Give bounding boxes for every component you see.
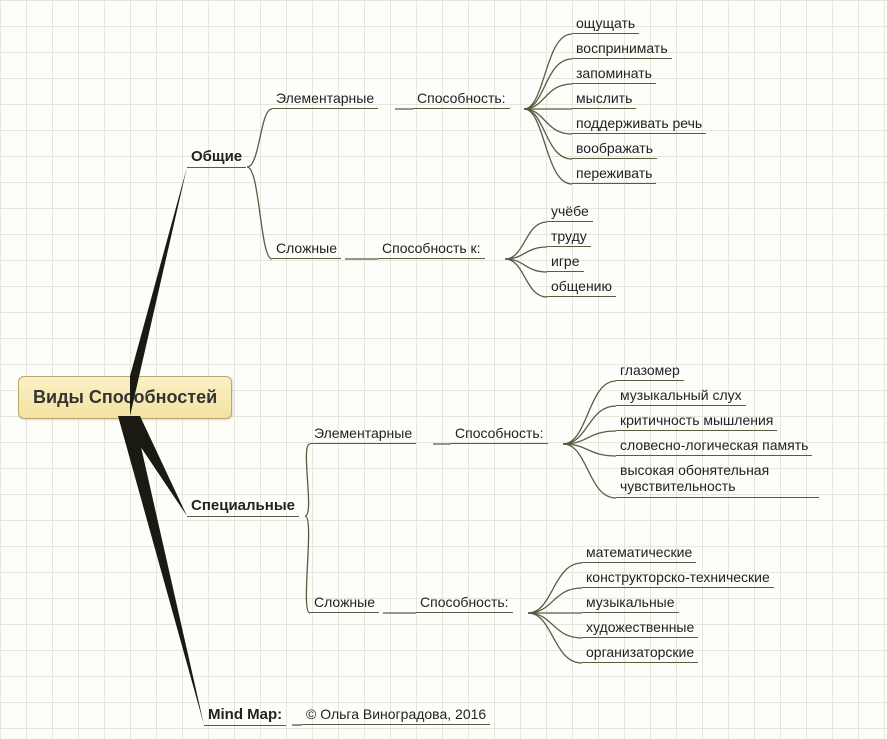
spec-elem-item-3: критичность мышления (616, 412, 777, 431)
grid-background (0, 0, 887, 739)
gen-elem-item-6: воображать (572, 140, 657, 159)
spec-comp-item-5: организаторские (582, 644, 698, 663)
spec-elem-item-5: высокая обонятельная чувствительность (616, 462, 819, 498)
branch-mindmap: Mind Map: (204, 706, 286, 726)
root-node: Виды Способностей (18, 376, 232, 419)
general-elementary: Элементарные (272, 90, 378, 109)
gen-elem-item-5: поддерживать речь (572, 115, 706, 134)
gen-elem-item-4: мыслить (572, 90, 636, 109)
gen-elem-item-3: запоминать (572, 65, 656, 84)
special-complex: Сложные (310, 594, 379, 613)
gen-elem-item-1: ощущать (572, 15, 639, 34)
spec-comp-item-2: конструкторско-технические (582, 569, 774, 588)
spec-comp-item-4: художественные (582, 619, 698, 638)
general-elementary-heading: Способность: (413, 90, 510, 109)
gen-elem-item-2: воспринимать (572, 40, 672, 59)
credit-text: © Ольга Виноградова, 2016 (302, 706, 490, 725)
spec-comp-item-3: музыкальные (582, 594, 679, 613)
gen-comp-item-2: труду (547, 228, 591, 247)
special-elementary: Элементарные (310, 425, 416, 444)
spec-elem-item-4: словесно-логическая память (616, 437, 812, 456)
special-elementary-heading: Способность: (451, 425, 548, 444)
gen-elem-item-7: переживать (572, 165, 656, 184)
spec-elem-item-1: глазомер (616, 362, 684, 381)
spec-elem-item-2: музыкальный слух (616, 387, 746, 406)
branch-special: Специальные (187, 497, 299, 517)
gen-comp-item-3: игре (547, 253, 584, 272)
special-complex-heading: Способность: (416, 594, 513, 613)
spec-comp-item-1: математические (582, 544, 696, 563)
gen-comp-item-4: общению (547, 278, 616, 297)
gen-comp-item-1: учёбе (547, 203, 593, 222)
general-complex-heading: Способность к: (378, 240, 485, 259)
general-complex: Сложные (272, 240, 341, 259)
branch-general: Общие (187, 148, 246, 168)
